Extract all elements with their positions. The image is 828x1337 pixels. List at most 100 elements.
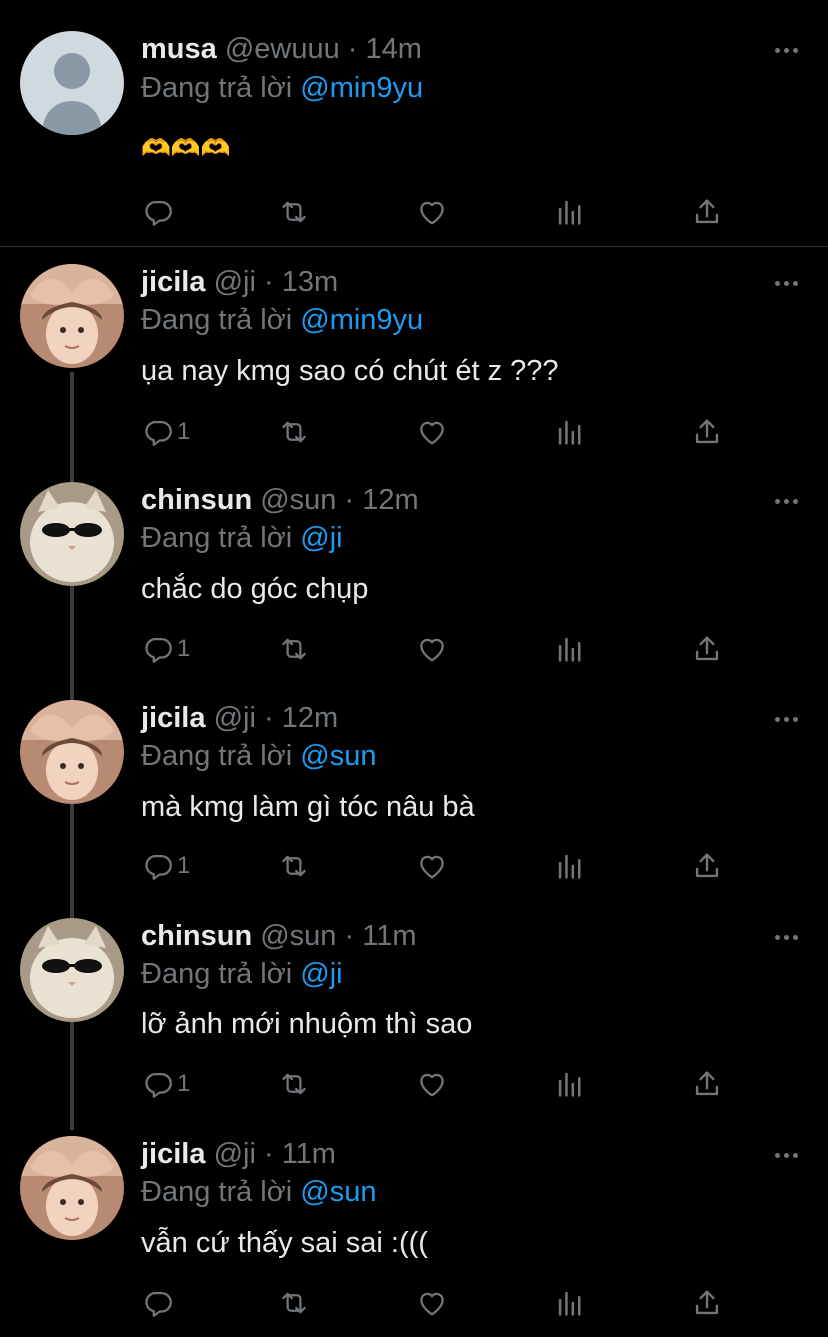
views-button[interactable] [553,629,587,669]
like-icon [415,849,449,883]
views-button[interactable] [553,1064,587,1104]
like-button[interactable] [415,1283,449,1323]
reply-button[interactable]: 1 [141,846,190,886]
action-bar: 1 [141,629,741,669]
retweet-button[interactable] [277,846,311,886]
separator-dot: · [263,702,274,734]
like-button[interactable] [415,846,449,886]
timestamp[interactable]: 12m [362,484,418,516]
reply-count: 1 [177,1070,191,1097]
mention-link[interactable]: @min9yu [300,72,423,104]
share-button[interactable] [690,846,724,886]
views-button[interactable] [553,412,587,452]
retweet-icon [277,1286,311,1320]
display-name[interactable]: jicila [141,702,206,734]
share-button[interactable] [690,412,724,452]
share-button[interactable] [690,1283,724,1323]
display-name[interactable]: musa [141,33,217,65]
timestamp[interactable]: 11m [362,920,416,952]
tweet[interactable]: jicila @ji · 12m Đang trả lời @sun mà km… [0,698,828,908]
tweet-text: chắc do góc chụp [141,573,369,605]
reply-button[interactable]: 1 [141,1064,190,1104]
share-button[interactable] [690,1064,724,1104]
reply-button[interactable]: 1 [141,412,190,452]
more-options-icon[interactable] [770,493,802,509]
replying-to-label: Đang trả lời [141,958,293,990]
share-icon [690,1067,724,1101]
mention-link[interactable]: @min9yu [300,304,423,336]
reply-count: 1 [177,852,191,879]
like-button[interactable] [415,629,449,669]
timestamp[interactable]: 13m [282,266,338,298]
tweet[interactable]: chinsun @sun · 11m Đang trả lời @ji lỡ ả… [0,916,828,1126]
action-bar: 1 [141,1064,741,1104]
mention-link[interactable]: @ji [300,958,342,990]
replying-to: Đang trả lời @min9yu [141,303,423,337]
timestamp[interactable]: 14m [366,33,422,65]
retweet-button[interactable] [277,192,311,232]
more-options-icon[interactable] [770,275,802,291]
user-handle[interactable]: @sun [260,484,336,516]
reply-icon [141,1286,175,1320]
user-handle[interactable]: @ewuuu [225,33,340,65]
views-button[interactable] [553,846,587,886]
display-name[interactable]: chinsun [141,484,252,516]
avatar[interactable] [20,264,124,368]
share-icon [690,632,724,666]
replying-to: Đang trả lời @ji [141,521,343,555]
more-options-icon[interactable] [770,929,802,945]
tweet[interactable]: musa @ewuuu · 14m Đang trả lời @min9yu 🫶… [0,28,828,246]
retweet-button[interactable] [277,1283,311,1323]
timestamp[interactable]: 12m [282,702,338,734]
mention-link[interactable]: @ji [300,522,342,554]
views-button[interactable] [553,192,587,232]
avatar[interactable] [20,1136,124,1240]
action-bar [141,192,741,232]
views-button[interactable] [553,1283,587,1323]
like-button[interactable] [415,412,449,452]
tweet-text: ụa nay kmg sao có chút ét z ??? [141,355,559,387]
share-button[interactable] [690,192,724,232]
tweet-text: 🫶🫶🫶 [141,135,231,162]
avatar[interactable] [20,918,124,1022]
share-icon [690,195,724,229]
retweet-button[interactable] [277,1064,311,1104]
reply-button[interactable] [141,192,177,232]
timestamp[interactable]: 11m [282,1138,336,1170]
reply-button[interactable]: 1 [141,629,190,669]
reply-icon [141,1067,175,1101]
mention-link[interactable]: @sun [300,1176,376,1208]
like-icon [415,1286,449,1320]
tweet[interactable]: jicila @ji · 13m Đang trả lời @min9yu ụa… [0,262,828,472]
reply-icon [141,632,175,666]
like-button[interactable] [415,1064,449,1104]
user-handle[interactable]: @ji [214,1138,256,1170]
separator-dot: · [263,266,274,298]
display-name[interactable]: jicila [141,266,206,298]
avatar[interactable] [20,31,124,135]
replying-to: Đang trả lời @sun [141,739,376,773]
reply-button[interactable] [141,1283,177,1323]
divider [0,246,828,247]
more-options-icon[interactable] [770,711,802,727]
like-button[interactable] [415,192,449,232]
share-icon [690,1286,724,1320]
user-handle[interactable]: @ji [214,702,256,734]
mention-link[interactable]: @sun [300,740,376,772]
avatar[interactable] [20,700,124,804]
display-name[interactable]: jicila [141,1138,206,1170]
user-handle[interactable]: @ji [214,266,256,298]
share-button[interactable] [690,629,724,669]
retweet-button[interactable] [277,412,311,452]
tweet[interactable]: jicila @ji · 11m Đang trả lời @sun vẫn c… [0,1134,828,1337]
more-options-icon[interactable] [770,42,802,58]
action-bar: 1 [141,412,741,452]
tweet-header: jicila @ji · 11m [141,1137,336,1171]
share-icon [690,415,724,449]
avatar[interactable] [20,482,124,586]
tweet[interactable]: chinsun @sun · 12m Đang trả lời @ji chắc… [0,480,828,690]
display-name[interactable]: chinsun [141,920,252,952]
more-options-icon[interactable] [770,1147,802,1163]
retweet-button[interactable] [277,629,311,669]
user-handle[interactable]: @sun [260,920,336,952]
